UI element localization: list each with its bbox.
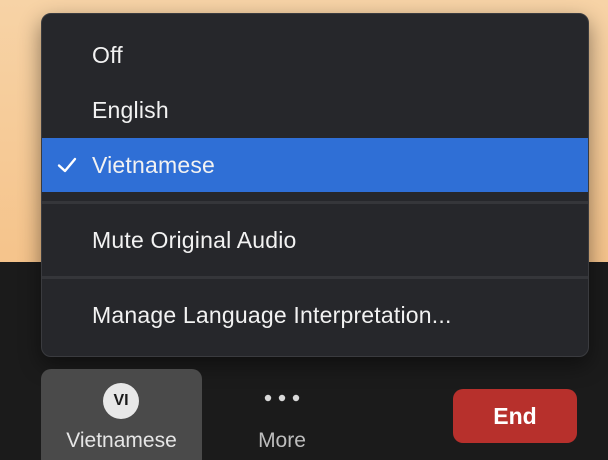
screen: Off English Vietnamese Mute Original Aud…: [0, 0, 608, 460]
language-interpretation-button[interactable]: VI Vietnamese: [41, 369, 202, 460]
menu-item-label: Off: [92, 41, 123, 68]
menu-divider: [42, 201, 588, 204]
menu-item-label: English: [92, 96, 169, 123]
menu-item-off[interactable]: Off: [42, 28, 588, 82]
language-badge: VI: [103, 383, 139, 419]
language-interpretation-menu: Off English Vietnamese Mute Original Aud…: [41, 13, 589, 357]
menu-item-label: Manage Language Interpretation...: [92, 301, 452, 328]
menu-item-label: Mute Original Audio: [92, 226, 297, 253]
mute-original-audio-item[interactable]: Mute Original Audio: [42, 213, 588, 267]
ellipsis-icon: [264, 394, 300, 402]
more-button-label: More: [258, 429, 306, 452]
language-button-label: Vietnamese: [66, 429, 177, 452]
more-button[interactable]: More: [222, 369, 342, 460]
manage-language-interpretation-item[interactable]: Manage Language Interpretation...: [42, 288, 588, 342]
menu-item-english[interactable]: English: [42, 83, 588, 137]
menu-item-vietnamese[interactable]: Vietnamese: [42, 138, 588, 192]
menu-divider: [42, 276, 588, 279]
end-meeting-button[interactable]: End: [453, 389, 577, 443]
checkmark-icon: [57, 157, 77, 173]
menu-item-label: Vietnamese: [92, 151, 216, 178]
